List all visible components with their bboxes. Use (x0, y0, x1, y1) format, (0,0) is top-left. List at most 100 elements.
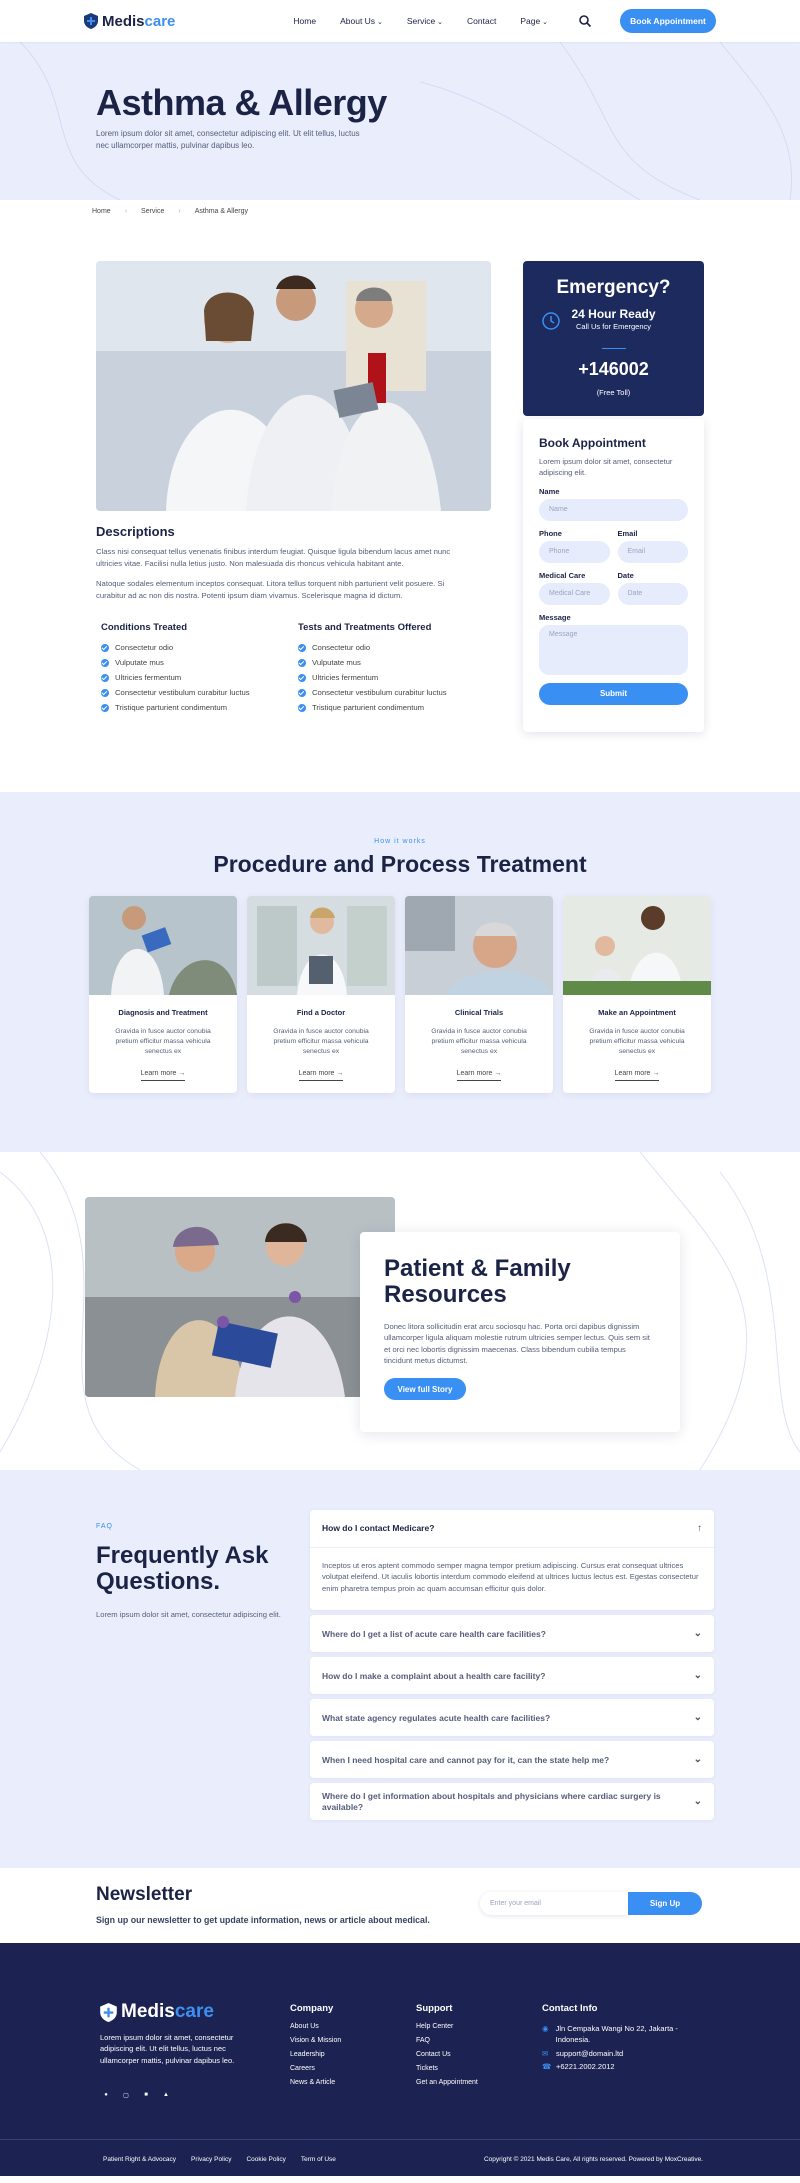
nav-page[interactable]: Page (520, 16, 548, 26)
learn-more-link[interactable]: Learn more → (140, 1070, 186, 1081)
faq-accordion: How do I contact Medicare? ↑ Inceptos ut … (310, 1510, 714, 1825)
chevron-down-icon: ⌄ (693, 1712, 702, 1724)
faq-question[interactable]: When I need hospital care and cannot pay… (310, 1741, 714, 1778)
header-book-appointment-button[interactable]: Book Appointment (620, 9, 716, 33)
main-nav: Home About Us Service Contact Page (293, 16, 548, 26)
learn-more-link[interactable]: Learn more → (456, 1070, 502, 1081)
faq-section: FAQ Frequently Ask Questions. Lorem ipsu… (0, 1470, 800, 1868)
card-text: Gravida in fusce auctor conubia pretium … (273, 1028, 369, 1056)
check-icon (101, 703, 109, 712)
footer-link[interactable]: Contact Us (416, 2051, 478, 2065)
name-field[interactable]: Name (539, 498, 688, 521)
phone-icon: ☎ (542, 2061, 552, 2071)
date-field[interactable]: Date (617, 582, 688, 605)
submit-button[interactable]: Submit (539, 682, 688, 705)
list-item: Ultricies fermentum (101, 670, 250, 685)
breadcrumb-home[interactable]: Home (92, 208, 111, 215)
faq-question[interactable]: Where do I get information about hospita… (310, 1783, 714, 1820)
newsletter-description: Sign up our newsletter to get update inf… (96, 1915, 430, 1925)
footer-link[interactable]: News & Article (290, 2079, 341, 2093)
footer-logo[interactable]: Medis care (100, 2001, 214, 2023)
footer-link[interactable]: Leadership (290, 2051, 341, 2065)
faq-question[interactable]: Where do I get a list of acute care heal… (310, 1615, 714, 1652)
footer-bottom-link[interactable]: Term of Use (301, 2156, 336, 2163)
faq-question-text: What state agency regulates acute health… (322, 1712, 551, 1723)
footer-link[interactable]: Help Center (416, 2023, 478, 2037)
logo[interactable]: Medis care (84, 13, 175, 30)
newsletter-email-input[interactable]: Enter your email (480, 1892, 628, 1915)
chevron-right-icon: › (124, 207, 128, 215)
logo-text-primary: Medis (102, 12, 145, 30)
footer-link[interactable]: Careers (290, 2065, 341, 2079)
twitter-icon[interactable]: ▲ (161, 2090, 171, 2100)
chevron-right-icon: › (178, 207, 181, 215)
footer-bottom-link[interactable]: Cookie Policy (246, 2156, 285, 2163)
phone-label: Phone (539, 528, 562, 538)
support-heading: Support (416, 2003, 453, 2014)
learn-more-link[interactable]: Learn more → (298, 1070, 344, 1081)
facebook-icon[interactable]: ● (101, 2090, 111, 2100)
conditions-list: Conditions Treated Consectetur odio Vulp… (101, 622, 250, 715)
phone-field[interactable]: Phone (539, 540, 610, 563)
list-item-text: Vulputate mus (312, 658, 361, 667)
divider (601, 348, 626, 349)
newsletter-title: Newsletter (96, 1884, 193, 1905)
nav-about[interactable]: About Us (340, 16, 383, 26)
footer-link[interactable]: FAQ (416, 2037, 478, 2051)
contact-address: Jln Cempaka Wangi No 22, Jakarta - Indon… (555, 2024, 678, 2045)
sign-up-button[interactable]: Sign Up (628, 1892, 702, 1915)
list-item-text: Consectetur odio (312, 643, 371, 652)
nav-home[interactable]: Home (293, 16, 316, 26)
nav-service[interactable]: Service (407, 16, 443, 26)
email-field[interactable]: Email (617, 540, 688, 563)
breadcrumb-service[interactable]: Service (141, 208, 164, 215)
footer-bottom-link[interactable]: Patient Right & Advocacy (103, 2156, 176, 2163)
shield-logo-icon (84, 13, 98, 29)
medical-care-select[interactable]: Medical Care (539, 582, 610, 605)
footer-link[interactable]: About Us (290, 2023, 341, 2037)
view-story-button[interactable]: View full Story (384, 1378, 466, 1401)
nav-contact[interactable]: Contact (467, 16, 496, 26)
linkedin-icon[interactable]: ■ (141, 2090, 151, 2100)
faq-description: Lorem ipsum dolor sit amet, consectetur … (96, 1610, 281, 1619)
card-text: Gravida in fusce auctor conubia pretium … (431, 1028, 527, 1056)
form-description: Lorem ipsum dolor sit amet, consectetur … (539, 457, 673, 478)
patient-resources-section: Patient & Family Resources Donec litora … (0, 1152, 800, 1470)
card-image (563, 896, 711, 995)
footer-link[interactable]: Vision & Mission (290, 2037, 341, 2051)
site-header: Mediscare Home About Us Service Contact … (0, 0, 800, 42)
check-icon (101, 673, 109, 682)
faq-question[interactable]: How do I make a complaint about a health… (310, 1657, 714, 1694)
contact-email[interactable]: support@domain.ltd (556, 2048, 623, 2059)
footer-link[interactable]: Tickets (416, 2065, 478, 2079)
social-links: ● ▢ ■ ▲ (101, 2090, 171, 2100)
faq-question[interactable]: What state agency regulates acute health… (310, 1699, 714, 1736)
faq-answer: Inceptos ut eros aptent commodo semper m… (310, 1547, 714, 1610)
search-icon[interactable] (578, 14, 592, 28)
hero-banner: Asthma & Allergy Lorem ipsum dolor sit a… (0, 42, 800, 200)
instagram-icon[interactable]: ▢ (121, 2090, 131, 2100)
learn-more-link[interactable]: Learn more → (614, 1070, 660, 1081)
message-textarea[interactable]: Message (539, 624, 688, 675)
shield-logo-icon (100, 2002, 117, 2022)
contact-phone[interactable]: +6221.2002.2012 (556, 2061, 615, 2072)
faq-item: What state agency regulates acute health… (310, 1699, 714, 1737)
email-label: Email (617, 528, 638, 538)
chevron-down-icon: ⌄ (693, 1796, 702, 1808)
faq-item-open: How do I contact Medicare? ↑ Inceptos ut … (310, 1510, 714, 1611)
list-item-text: Ultricies fermentum (312, 673, 379, 682)
newsletter-form: Enter your email Sign Up (480, 1892, 702, 1915)
appointment-form: Book Appointment Lorem ipsum dolor sit a… (523, 419, 704, 732)
list-item: Ultricies fermentum (298, 670, 447, 685)
mail-icon: ✉ (542, 2048, 549, 2058)
footer-link[interactable]: Get an Appointment (416, 2079, 478, 2093)
faq-title: Frequently Ask Questions. (96, 1542, 269, 1596)
list-item: Consectetur vestibulum curabitur luctus (101, 685, 250, 700)
clock-icon (542, 312, 560, 330)
footer-bottom-link[interactable]: Privacy Policy (191, 2156, 231, 2163)
logo-text-accent: care (174, 2001, 214, 2022)
emergency-phone[interactable]: +146002 (523, 359, 704, 380)
procedure-card: Make an Appointment Gravida in fusce auc… (563, 896, 711, 1093)
faq-item: Where do I get a list of acute care heal… (310, 1615, 714, 1653)
faq-question[interactable]: How do I contact Medicare? ↑ (310, 1510, 714, 1547)
